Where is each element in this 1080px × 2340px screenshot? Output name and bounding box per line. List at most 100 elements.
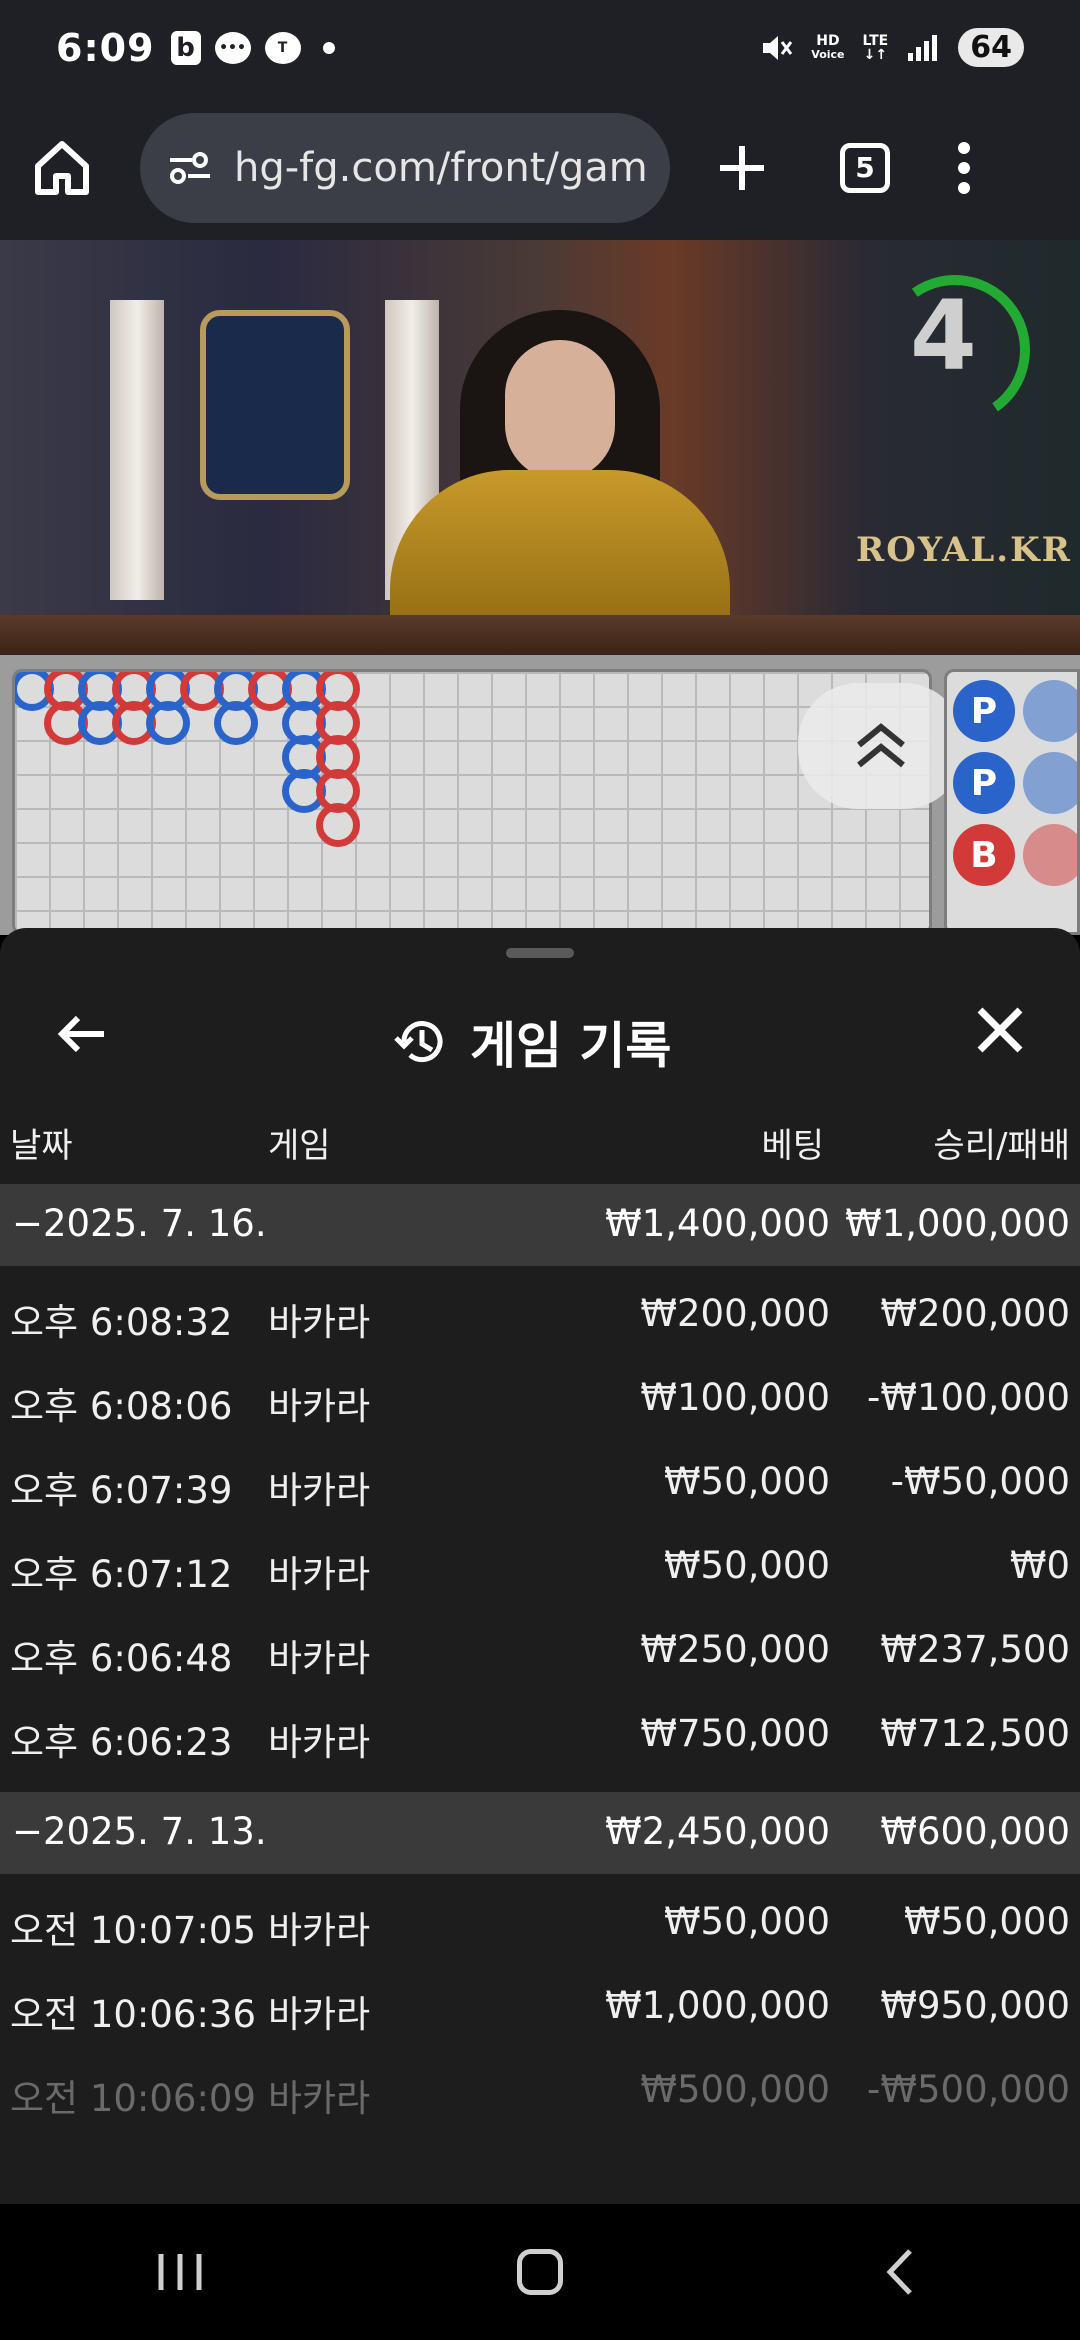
date-group-header[interactable]: −2025. 7. 16. ₩1,400,000 ₩1,000,000 [0,1184,1080,1266]
table-row[interactable]: 오후 6:07:39 바카라 ₩50,000 -₩50,000 [0,1442,1080,1526]
bead-player: P [953,752,1015,814]
row-bet: ₩200,000 [640,1292,830,1335]
row-result: -₩100,000 [867,1376,1070,1419]
row-time: 오후 6:08:06 [10,1385,233,1428]
row-bet: ₩500,000 [640,2068,830,2111]
row-result: ₩712,500 [880,1712,1070,1755]
game-history-sheet: 게임 기록 날짜 게임 베팅 승리/패배 −2025. 7. 16. ₩1,40… [0,928,1080,2204]
row-bet: ₩1,000,000 [605,1984,830,2027]
table-row[interactable]: 오전 10:06:09 바카라 ₩500,000 -₩500,000 [0,2050,1080,2134]
b-app-icon: b [170,30,201,65]
column-header-game: 게임 [268,1126,331,1166]
row-result: ₩237,500 [880,1628,1070,1671]
row-game: 바카라 [268,1909,371,1952]
system-icons: HD Voice LTE ↓↑ 64 [759,28,1024,67]
chevrons-up-icon [857,723,905,768]
row-game: 바카라 [268,1637,371,1680]
row-bet: ₩250,000 [640,1628,830,1671]
table-row[interactable]: 오후 6:08:06 바카라 ₩100,000 -₩100,000 [0,1358,1080,1442]
group-bet-total: ₩2,450,000 [605,1810,830,1853]
talk-icon: T [264,31,301,64]
row-result: ₩950,000 [880,1984,1070,2027]
row-result: -₩500,000 [867,2068,1070,2111]
row-time: 오전 10:06:09 [10,2077,257,2120]
table-row[interactable]: 오후 6:08:32 바카라 ₩200,000 ₩200,000 [0,1274,1080,1358]
notification-icons: b ••• T [170,30,335,65]
arrow-left-icon [57,1015,104,1053]
group-date: −2025. 7. 16. [12,1202,267,1245]
browser-toolbar: hg-fg.com/front/gam 5 [0,95,1080,240]
url-text[interactable]: hg-fg.com/front/gam [234,145,648,191]
new-tab-icon[interactable] [714,140,770,196]
column-header-bet: 베팅 [761,1126,824,1166]
player-ring [214,701,258,745]
table-edge [0,615,1080,655]
scroll-up-button[interactable] [798,683,964,809]
recent-apps-icon [158,2254,202,2290]
mute-icon [763,35,793,60]
home-icon[interactable] [28,134,96,202]
row-game: 바카라 [268,1301,371,1344]
sheet-header: 게임 기록 [0,988,1080,1088]
back-nav-button[interactable] [855,2227,945,2317]
sheet-title-group: 게임 기록 [392,1006,671,1078]
brand-watermark: ROYAL.KR [856,530,1072,570]
row-game: 바카라 [268,1993,371,2036]
row-game: 바카라 [268,1385,371,1428]
row-bet: ₩50,000 [663,1900,830,1943]
address-bar[interactable]: hg-fg.com/front/gam [140,112,670,223]
row-game: 바카라 [268,1553,371,1596]
group-result-total: ₩1,000,000 [845,1202,1070,1245]
bead-road: P P B [944,669,1080,935]
roadmap-area: P P B [0,655,1080,935]
row-time: 오전 10:07:05 [10,1909,257,1952]
royal-emblem [200,310,350,500]
table-row[interactable]: 오후 6:06:23 바카라 ₩750,000 ₩712,500 [0,1694,1080,1778]
countdown-number: 4 [910,280,977,392]
table-row[interactable]: 오후 6:06:48 바카라 ₩250,000 ₩237,500 [0,1610,1080,1694]
row-result: ₩200,000 [880,1292,1070,1335]
more-notifications-icon [322,41,335,54]
recent-apps-button[interactable] [135,2227,225,2317]
system-navigation-bar [0,2204,1080,2340]
battery-indicator: 64 [958,28,1024,67]
home-button[interactable] [495,2227,585,2317]
bead-partial [1023,680,1077,742]
group-result-total: ₩600,000 [880,1810,1070,1853]
home-nav-icon [517,2249,563,2295]
lte-icon: LTE ↓↑ [862,32,889,63]
back-button[interactable] [50,1006,114,1070]
column-header-result: 승리/패배 [933,1126,1070,1166]
row-bet: ₩100,000 [640,1376,830,1419]
bead-partial [1023,752,1077,814]
column-header-date: 날짜 [10,1126,73,1166]
row-time: 오전 10:06:36 [10,1993,257,2036]
more-menu-icon[interactable] [954,140,974,196]
back-nav-icon [886,2249,912,2295]
close-icon [977,1007,1023,1053]
tab-switcher-button[interactable]: 5 [840,142,890,193]
table-row[interactable]: 오후 6:07:12 바카라 ₩50,000 ₩0 [0,1526,1080,1610]
dealer-figure [380,280,740,655]
player-ring [146,701,190,745]
history-icon [394,1021,443,1063]
row-game: 바카라 [268,1469,371,1512]
message-icon: ••• [214,31,251,64]
site-settings-icon[interactable] [166,148,214,188]
hd-voice-icon: HD Voice [811,32,845,61]
row-game: 바카라 [268,2077,371,2120]
signal-icon [908,34,938,61]
table-row[interactable]: 오전 10:06:36 바카라 ₩1,000,000 ₩950,000 [0,1966,1080,2050]
sheet-title: 게임 기록 [470,1017,672,1075]
row-result: -₩50,000 [890,1460,1070,1503]
close-button[interactable] [968,1002,1032,1072]
status-bar: 6:09 b ••• T HD Voice LTE ↓↑ 64 [0,0,1080,95]
big-road-grid [12,669,932,935]
tab-count: 5 [855,151,875,184]
table-row[interactable]: 오전 10:07:05 바카라 ₩50,000 ₩50,000 [0,1882,1080,1966]
drag-handle[interactable] [506,948,574,958]
row-bet: ₩50,000 [663,1544,830,1587]
pillar-left [110,300,164,600]
live-video-stream: 4 ROYAL.KR [0,240,1080,655]
date-group-header[interactable]: −2025. 7. 13. ₩2,450,000 ₩600,000 [0,1792,1080,1874]
